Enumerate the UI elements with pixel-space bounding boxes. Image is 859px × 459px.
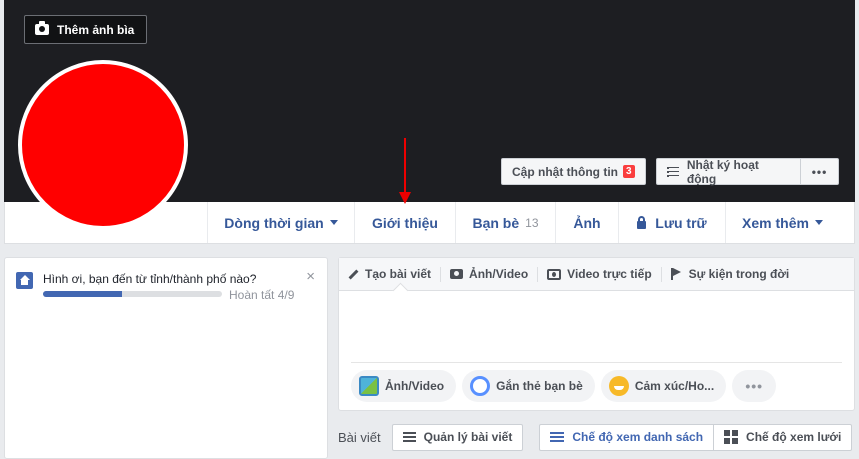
pencil-icon (348, 269, 359, 279)
composer-text-area[interactable] (351, 298, 842, 358)
photo-video-tab-label: Ảnh/Video (469, 267, 529, 281)
tab-timeline[interactable]: Dòng thời gian (207, 202, 354, 243)
grid-view-button[interactable]: Chế độ xem lưới (714, 423, 853, 451)
add-cover-label: Thêm ảnh bìa (57, 22, 135, 37)
feeling-activity-button[interactable]: Cảm xúc/Ho... (600, 370, 727, 402)
update-info-label: Cập nhật thông tin (512, 164, 618, 179)
post-composer: Tạo bài viết Ảnh/Video Video trực tiếp S… (338, 257, 855, 411)
list-view-icon (550, 431, 565, 443)
annotation-arrow (399, 138, 411, 204)
smiley-icon (608, 376, 629, 396)
grid-view-icon (724, 430, 739, 444)
divider (351, 362, 842, 363)
caret-down-icon (814, 220, 823, 225)
tab-friends-label: Bạn bè (472, 214, 520, 231)
profile-progress-bar (43, 291, 222, 297)
composer-tab-live-video[interactable]: Video trực tiếp (538, 258, 661, 291)
composer-tab-create-post[interactable]: Tạo bài viết (339, 258, 440, 291)
grid-view-label: Chế độ xem lưới (746, 430, 842, 444)
tag-friends-button[interactable]: Gắn thẻ bạn bè (462, 370, 595, 402)
more-dots-icon: ••• (811, 164, 828, 179)
photo-icon (359, 376, 379, 396)
live-video-icon (547, 268, 562, 280)
list-icon (667, 166, 679, 177)
tab-more[interactable]: Xem thêm (725, 202, 839, 243)
tab-about-label: Giới thiệu (372, 214, 438, 231)
friends-count: 13 (525, 215, 539, 230)
caret-down-icon (329, 220, 338, 225)
posts-toolbar: Bài viết Quản lý bài viết Chế độ xem dan… (338, 423, 855, 451)
tab-more-label: Xem thêm (742, 214, 809, 231)
composer-actions: Ảnh/Video Gắn thẻ bạn bè Cảm xúc/Ho... •… (351, 370, 777, 402)
composer-tabs: Tạo bài viết Ảnh/Video Video trực tiếp S… (339, 258, 854, 291)
hometown-prompt-card: Hình ơi, bạn đến từ tỉnh/thành phố nào? … (4, 257, 328, 459)
manage-posts-label: Quản lý bài viết (423, 430, 513, 444)
tab-friends[interactable]: Bạn bè 13 (455, 202, 555, 243)
composer-tab-photo-video[interactable]: Ảnh/Video (441, 258, 537, 291)
photo-video-label: Ảnh/Video (385, 379, 445, 393)
composer-more-button[interactable]: ••• (732, 370, 777, 402)
activity-log-label: Nhật ký hoạt động (686, 157, 759, 186)
create-post-label: Tạo bài viết (365, 267, 432, 281)
life-event-label: Sự kiện trong đời (688, 267, 790, 281)
posts-heading: Bài viết (338, 429, 381, 445)
tab-timeline-label: Dòng thời gian (224, 214, 324, 231)
feeling-label: Cảm xúc/Ho... (634, 379, 715, 393)
camera-icon (35, 21, 49, 35)
live-video-label: Video trực tiếp (567, 267, 652, 281)
tag-friends-icon (470, 376, 491, 396)
tab-photos-label: Ảnh (573, 214, 601, 231)
cover-more-button[interactable]: ••• (800, 158, 839, 185)
home-icon (16, 272, 33, 289)
tab-photos[interactable]: Ảnh (555, 202, 618, 243)
progress-fill (43, 291, 123, 297)
tab-about[interactable]: Giới thiệu (354, 202, 455, 243)
hometown-question[interactable]: Hình ơi, bạn đến từ tỉnh/thành phố nào? (43, 272, 256, 286)
update-info-button[interactable]: Cập nhật thông tin 3 (501, 158, 646, 185)
list-view-button[interactable]: Chế độ xem danh sách (539, 423, 715, 451)
notification-badge: 3 (622, 165, 635, 178)
lock-icon (637, 215, 647, 229)
profile-picture[interactable] (18, 60, 188, 230)
manage-settings-icon (402, 431, 416, 443)
photo-video-button[interactable]: Ảnh/Video (351, 370, 457, 402)
tag-friends-label: Gắn thẻ bạn bè (496, 379, 583, 393)
activity-log-button[interactable]: Nhật ký hoạt động (656, 157, 800, 186)
list-view-label: Chế độ xem danh sách (572, 430, 704, 444)
camera-icon (450, 269, 464, 279)
close-icon[interactable]: × (306, 268, 315, 285)
progress-label: Hoàn tất 4/9 (229, 288, 295, 302)
composer-tab-life-event[interactable]: Sự kiện trong đời (662, 258, 799, 291)
add-cover-photo-button[interactable]: Thêm ảnh bìa (24, 15, 148, 44)
tab-archive-label: Lưu trữ (655, 214, 707, 231)
flag-icon (670, 268, 681, 280)
more-dots-icon: ••• (745, 378, 764, 394)
tab-archive[interactable]: Lưu trữ (618, 202, 725, 243)
manage-posts-button[interactable]: Quản lý bài viết (391, 423, 524, 451)
